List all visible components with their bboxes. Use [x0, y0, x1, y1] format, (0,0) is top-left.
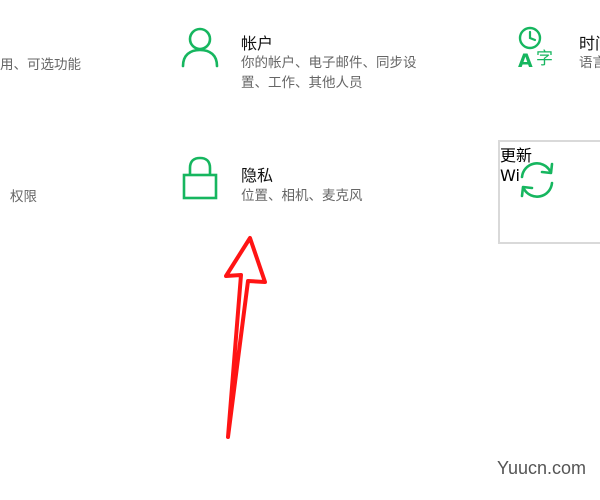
- settings-home-panel: 用、可选功能 权限 帐户 你的帐户、电子邮件、同步设 置、工作、其他人员 A 字…: [0, 0, 600, 500]
- annotation-arrow: [224, 236, 267, 439]
- watermark-text: Yuucn.com: [496, 458, 586, 478]
